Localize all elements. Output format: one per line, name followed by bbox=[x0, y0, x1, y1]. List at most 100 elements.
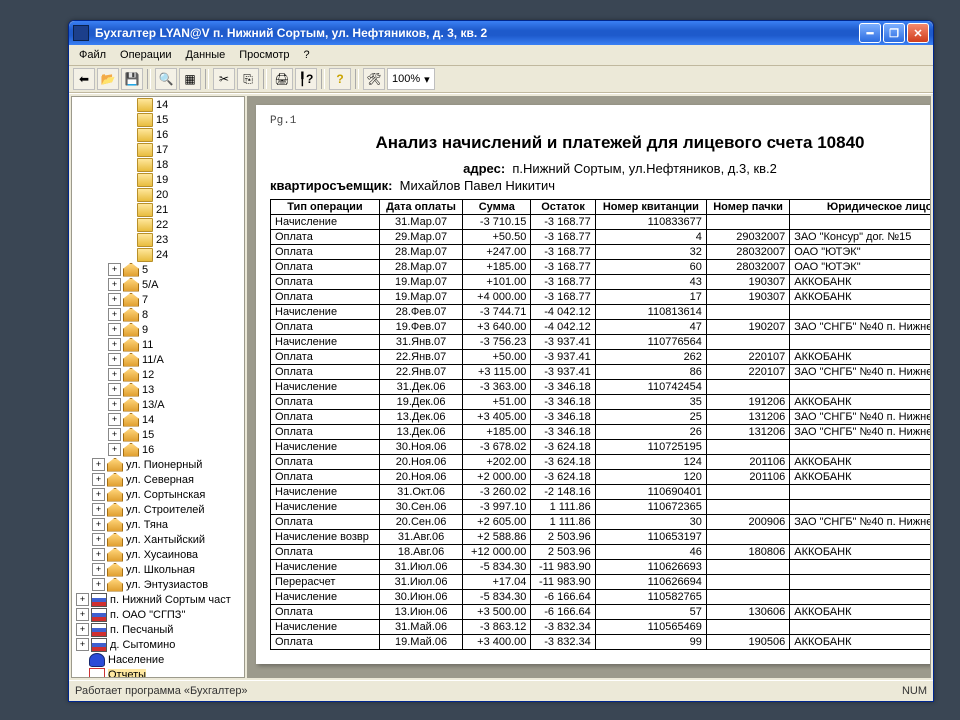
tree-node[interactable]: Население bbox=[72, 652, 244, 667]
menu-help[interactable]: ? bbox=[298, 47, 316, 63]
tree-node[interactable]: 20 bbox=[72, 187, 244, 202]
tree-node[interactable]: +5/А bbox=[72, 277, 244, 292]
titlebar[interactable]: Бухгалтер LYAN@V п. Нижний Сортым, ул. Н… bbox=[69, 21, 933, 45]
save-icon[interactable]: 💾 bbox=[121, 68, 143, 90]
expand-icon[interactable]: + bbox=[108, 428, 121, 441]
expand-icon[interactable]: + bbox=[108, 368, 121, 381]
expand-icon[interactable]: + bbox=[92, 488, 105, 501]
tree-node[interactable]: 15 bbox=[72, 112, 244, 127]
cell: 110742454 bbox=[595, 380, 706, 395]
cell: 35 bbox=[595, 395, 706, 410]
what-icon[interactable]: ╿? bbox=[295, 68, 317, 90]
tree-node[interactable]: +ул. Пионерный bbox=[72, 457, 244, 472]
status-text: Работает программа «Бухгалтер» bbox=[75, 685, 248, 697]
help-icon[interactable]: ? bbox=[329, 68, 351, 90]
menu-operations[interactable]: Операции bbox=[114, 47, 177, 63]
menu-file[interactable]: Файл bbox=[73, 47, 112, 63]
expand-icon[interactable]: + bbox=[108, 293, 121, 306]
expand-icon[interactable]: + bbox=[92, 533, 105, 546]
expand-icon[interactable]: + bbox=[92, 503, 105, 516]
tree-node[interactable]: +п. ОАО "СГПЗ" bbox=[72, 607, 244, 622]
maximize-button[interactable]: ❐ bbox=[883, 23, 905, 43]
folder-icon bbox=[137, 113, 153, 127]
print-icon[interactable]: 🖨 bbox=[271, 68, 293, 90]
expand-icon[interactable]: + bbox=[108, 308, 121, 321]
tree-node[interactable]: 19 bbox=[72, 172, 244, 187]
house-icon bbox=[123, 368, 139, 382]
tree-node[interactable]: 16 bbox=[72, 127, 244, 142]
cell bbox=[790, 335, 931, 350]
expand-icon[interactable]: + bbox=[108, 263, 121, 276]
expand-icon[interactable]: + bbox=[92, 458, 105, 471]
tree-node[interactable]: 17 bbox=[72, 142, 244, 157]
tree-node[interactable]: 23 bbox=[72, 232, 244, 247]
tree-node[interactable]: 22 bbox=[72, 217, 244, 232]
menu-data[interactable]: Данные bbox=[180, 47, 232, 63]
tree-node[interactable]: +д. Сытомино bbox=[72, 637, 244, 652]
zoom-combo[interactable]: 100% ▾ bbox=[387, 68, 435, 90]
tree-node[interactable]: +ул. Строителей bbox=[72, 502, 244, 517]
expand-icon[interactable]: + bbox=[92, 578, 105, 591]
tree-node[interactable]: +15 bbox=[72, 427, 244, 442]
tree-node[interactable]: +5 bbox=[72, 262, 244, 277]
expand-icon[interactable]: + bbox=[108, 383, 121, 396]
copy-icon[interactable]: ⎘ bbox=[237, 68, 259, 90]
expand-icon[interactable]: + bbox=[92, 518, 105, 531]
tree-node[interactable]: +ул. Хантыйский bbox=[72, 532, 244, 547]
back-icon[interactable]: ⬅ bbox=[73, 68, 95, 90]
expand-icon[interactable]: + bbox=[108, 353, 121, 366]
tree-view[interactable]: 1415161718192021222324+5+5/А+7+8+9+11+11… bbox=[71, 96, 245, 678]
tree-node[interactable]: +ул. Северная bbox=[72, 472, 244, 487]
expand-icon[interactable]: + bbox=[76, 623, 89, 636]
tree-node[interactable]: +п. Песчаный bbox=[72, 622, 244, 637]
tree-node[interactable]: 24 bbox=[72, 247, 244, 262]
tree-node[interactable]: +11/А bbox=[72, 352, 244, 367]
cell: Оплата bbox=[271, 395, 380, 410]
minimize-button[interactable]: ━ bbox=[859, 23, 881, 43]
grid-icon[interactable]: ▦ bbox=[179, 68, 201, 90]
report-viewport[interactable]: Pg.1 Анализ начислений и платежей для ли… bbox=[247, 96, 931, 678]
close-button[interactable]: ✕ bbox=[907, 23, 929, 43]
tree-node[interactable]: +ул. Сортынская bbox=[72, 487, 244, 502]
tree-node[interactable]: 14 bbox=[72, 97, 244, 112]
expand-icon[interactable]: + bbox=[108, 413, 121, 426]
expand-icon[interactable]: + bbox=[108, 398, 121, 411]
binoculars-icon[interactable]: 🔍 bbox=[155, 68, 177, 90]
expand-icon[interactable]: + bbox=[108, 443, 121, 456]
tree-node[interactable]: +ул. Школьная bbox=[72, 562, 244, 577]
column-header: Номер пачки bbox=[706, 200, 789, 215]
tree-node[interactable]: Отчеты bbox=[72, 667, 244, 678]
tree-node[interactable]: +13 bbox=[72, 382, 244, 397]
expand-icon[interactable]: + bbox=[76, 608, 89, 621]
expand-icon[interactable]: + bbox=[92, 563, 105, 576]
tree-node[interactable]: +8 bbox=[72, 307, 244, 322]
tree-node[interactable]: +9 bbox=[72, 322, 244, 337]
tree-node[interactable]: +11 bbox=[72, 337, 244, 352]
tree-node[interactable]: +7 bbox=[72, 292, 244, 307]
tree-node[interactable]: +13/А bbox=[72, 397, 244, 412]
expand-icon[interactable]: + bbox=[108, 278, 121, 291]
tree-node[interactable]: 21 bbox=[72, 202, 244, 217]
cut-icon[interactable]: ✂ bbox=[213, 68, 235, 90]
tree-node[interactable]: +ул. Тяна bbox=[72, 517, 244, 532]
tree-node[interactable]: +ул. Хусаинова bbox=[72, 547, 244, 562]
tree-node[interactable]: 18 bbox=[72, 157, 244, 172]
expand-icon[interactable]: + bbox=[92, 548, 105, 561]
tree-node[interactable]: +п. Нижний Сортым част bbox=[72, 592, 244, 607]
tree-node[interactable]: +16 bbox=[72, 442, 244, 457]
tree-node[interactable]: +12 bbox=[72, 367, 244, 382]
cell: -4 042.12 bbox=[531, 320, 595, 335]
tree-node[interactable]: +14 bbox=[72, 412, 244, 427]
cell: 20.Ноя.06 bbox=[379, 455, 462, 470]
expand-icon[interactable]: + bbox=[92, 473, 105, 486]
tool-icon[interactable]: 🛠 bbox=[363, 68, 385, 90]
expand-icon[interactable]: + bbox=[108, 323, 121, 336]
expand-icon[interactable]: + bbox=[76, 593, 89, 606]
table-row: Оплата20.Ноя.06+202.00-3 624.18124201106… bbox=[271, 455, 932, 470]
expand-icon[interactable]: + bbox=[76, 638, 89, 651]
tree-node[interactable]: +ул. Энтузиастов bbox=[72, 577, 244, 592]
cell: Начисление возвр bbox=[271, 530, 380, 545]
expand-icon[interactable]: + bbox=[108, 338, 121, 351]
menu-view[interactable]: Просмотр bbox=[233, 47, 295, 63]
open-icon[interactable]: 📂 bbox=[97, 68, 119, 90]
